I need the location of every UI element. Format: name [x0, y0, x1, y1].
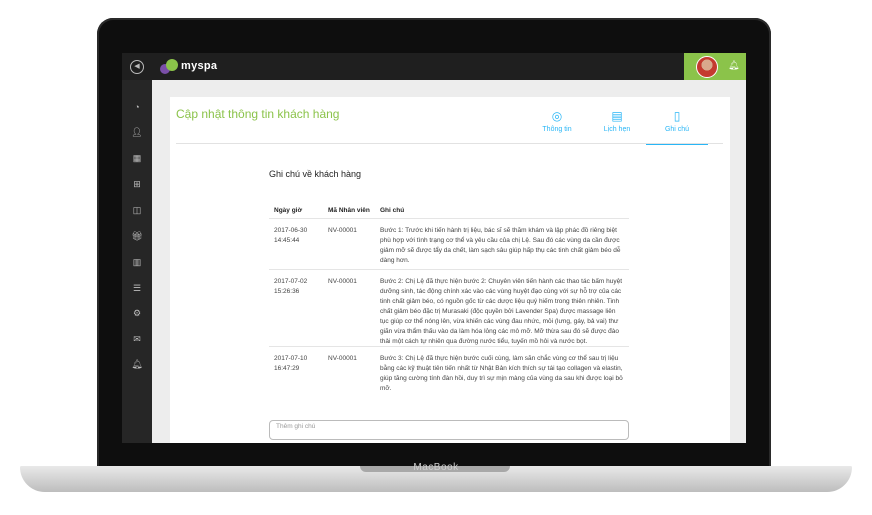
column-header-employee: Mã Nhân viên	[328, 207, 370, 214]
main-content: Cập nhật thông tin khách hàng ◎ Thông ti…	[170, 97, 730, 443]
table-row[interactable]: 2017-07-02 15:26:36 NV-00001 Bước 2: Chị…	[269, 269, 629, 346]
tab-notes[interactable]: ▯ Ghi chú	[646, 107, 708, 145]
column-header-note: Ghi chú	[380, 207, 405, 214]
cell-datetime: 2017-07-10 16:47:29	[274, 355, 308, 372]
top-bar: ◀ myspa 🔔︎	[122, 53, 746, 80]
customers-icon[interactable]: 👤︎	[122, 120, 152, 144]
cell-datetime: 2017-06-30 14:45:44	[274, 227, 308, 244]
tab-info[interactable]: ◎ Thông tin	[526, 107, 588, 143]
tab-info-label: Thông tin	[542, 126, 572, 133]
sidebar: ◔ 👤︎ ▦ ⊞ ◫ 🎁︎ ▥ ☰ ⚙ ✉ 🔔︎	[122, 80, 152, 443]
cell-note: Bước 1: Trước khi tiến hành trị liệu, bá…	[380, 227, 621, 264]
table-row[interactable]: 2017-07-10 16:47:29 NV-00001 Bước 3: Chị…	[269, 346, 629, 397]
mail-icon[interactable]: ✉	[122, 327, 152, 351]
table-header: Ngày giờ Mã Nhân viên Ghi chú	[269, 205, 629, 217]
notes-section-title: Ghi chú về khách hàng	[269, 169, 362, 179]
tab-bar: ◎ Thông tin ▤ Lịch hẹn ▯ Ghi chú	[526, 107, 708, 145]
cell-employee: NV-00001	[328, 355, 357, 362]
add-note-input[interactable]: Thêm ghi chú	[269, 420, 629, 440]
user-icon: ◎	[551, 109, 563, 123]
laptop-brand: MacBook	[413, 462, 459, 473]
tab-notes-label: Ghi chú	[664, 126, 690, 133]
tab-appointments-label: Lịch hẹn	[603, 126, 631, 133]
avatar[interactable]	[696, 56, 718, 78]
document-icon: ▤	[611, 109, 623, 123]
cell-note: Bước 3: Chị Lệ đã thực hiện bước cuối cù…	[380, 355, 623, 392]
cell-employee: NV-00001	[328, 227, 357, 234]
notebook-icon: ▯	[673, 109, 681, 123]
tab-appointments[interactable]: ▤ Lịch hẹn	[586, 107, 648, 143]
cell-datetime: 2017-07-02 15:26:36	[274, 278, 308, 295]
add-note-placeholder: Thêm ghi chú	[276, 423, 316, 430]
header-divider	[176, 143, 723, 144]
calendar-icon[interactable]: ▦	[122, 146, 152, 170]
column-header-datetime: Ngày giờ	[274, 207, 303, 214]
logo-text: myspa	[181, 60, 218, 72]
gift-icon[interactable]: 🎁︎	[122, 224, 152, 248]
list-icon[interactable]: ☰	[122, 276, 152, 300]
bar-chart-icon[interactable]: ▥	[122, 250, 152, 274]
logo-dot-green	[166, 59, 178, 71]
table-row[interactable]: 2017-06-30 14:45:44 NV-00001 Bước 1: Trư…	[269, 218, 629, 269]
user-area[interactable]: 🔔︎	[684, 53, 746, 80]
settings-icon[interactable]: ⚙	[122, 301, 152, 325]
notification-icon[interactable]: 🔔︎	[122, 352, 152, 376]
cell-note: Bước 2: Chị Lệ đã thực hiện bước 2: Chuy…	[380, 278, 622, 345]
bag-icon[interactable]: ◫	[122, 198, 152, 222]
page-title: Cập nhật thông tin khách hàng	[176, 107, 340, 121]
cell-employee: NV-00001	[328, 278, 357, 285]
dashboard-icon[interactable]: ◔	[122, 95, 152, 119]
bell-icon[interactable]: 🔔︎	[728, 60, 739, 71]
menu-toggle-icon[interactable]: ◀	[130, 60, 144, 74]
grid-icon[interactable]: ⊞	[122, 172, 152, 196]
app-screen: ◀ myspa 🔔︎ ◔ 👤︎ ▦ ⊞ ◫ 🎁︎ ▥ ☰ ⚙ ✉ 🔔︎ Cập …	[122, 53, 746, 443]
